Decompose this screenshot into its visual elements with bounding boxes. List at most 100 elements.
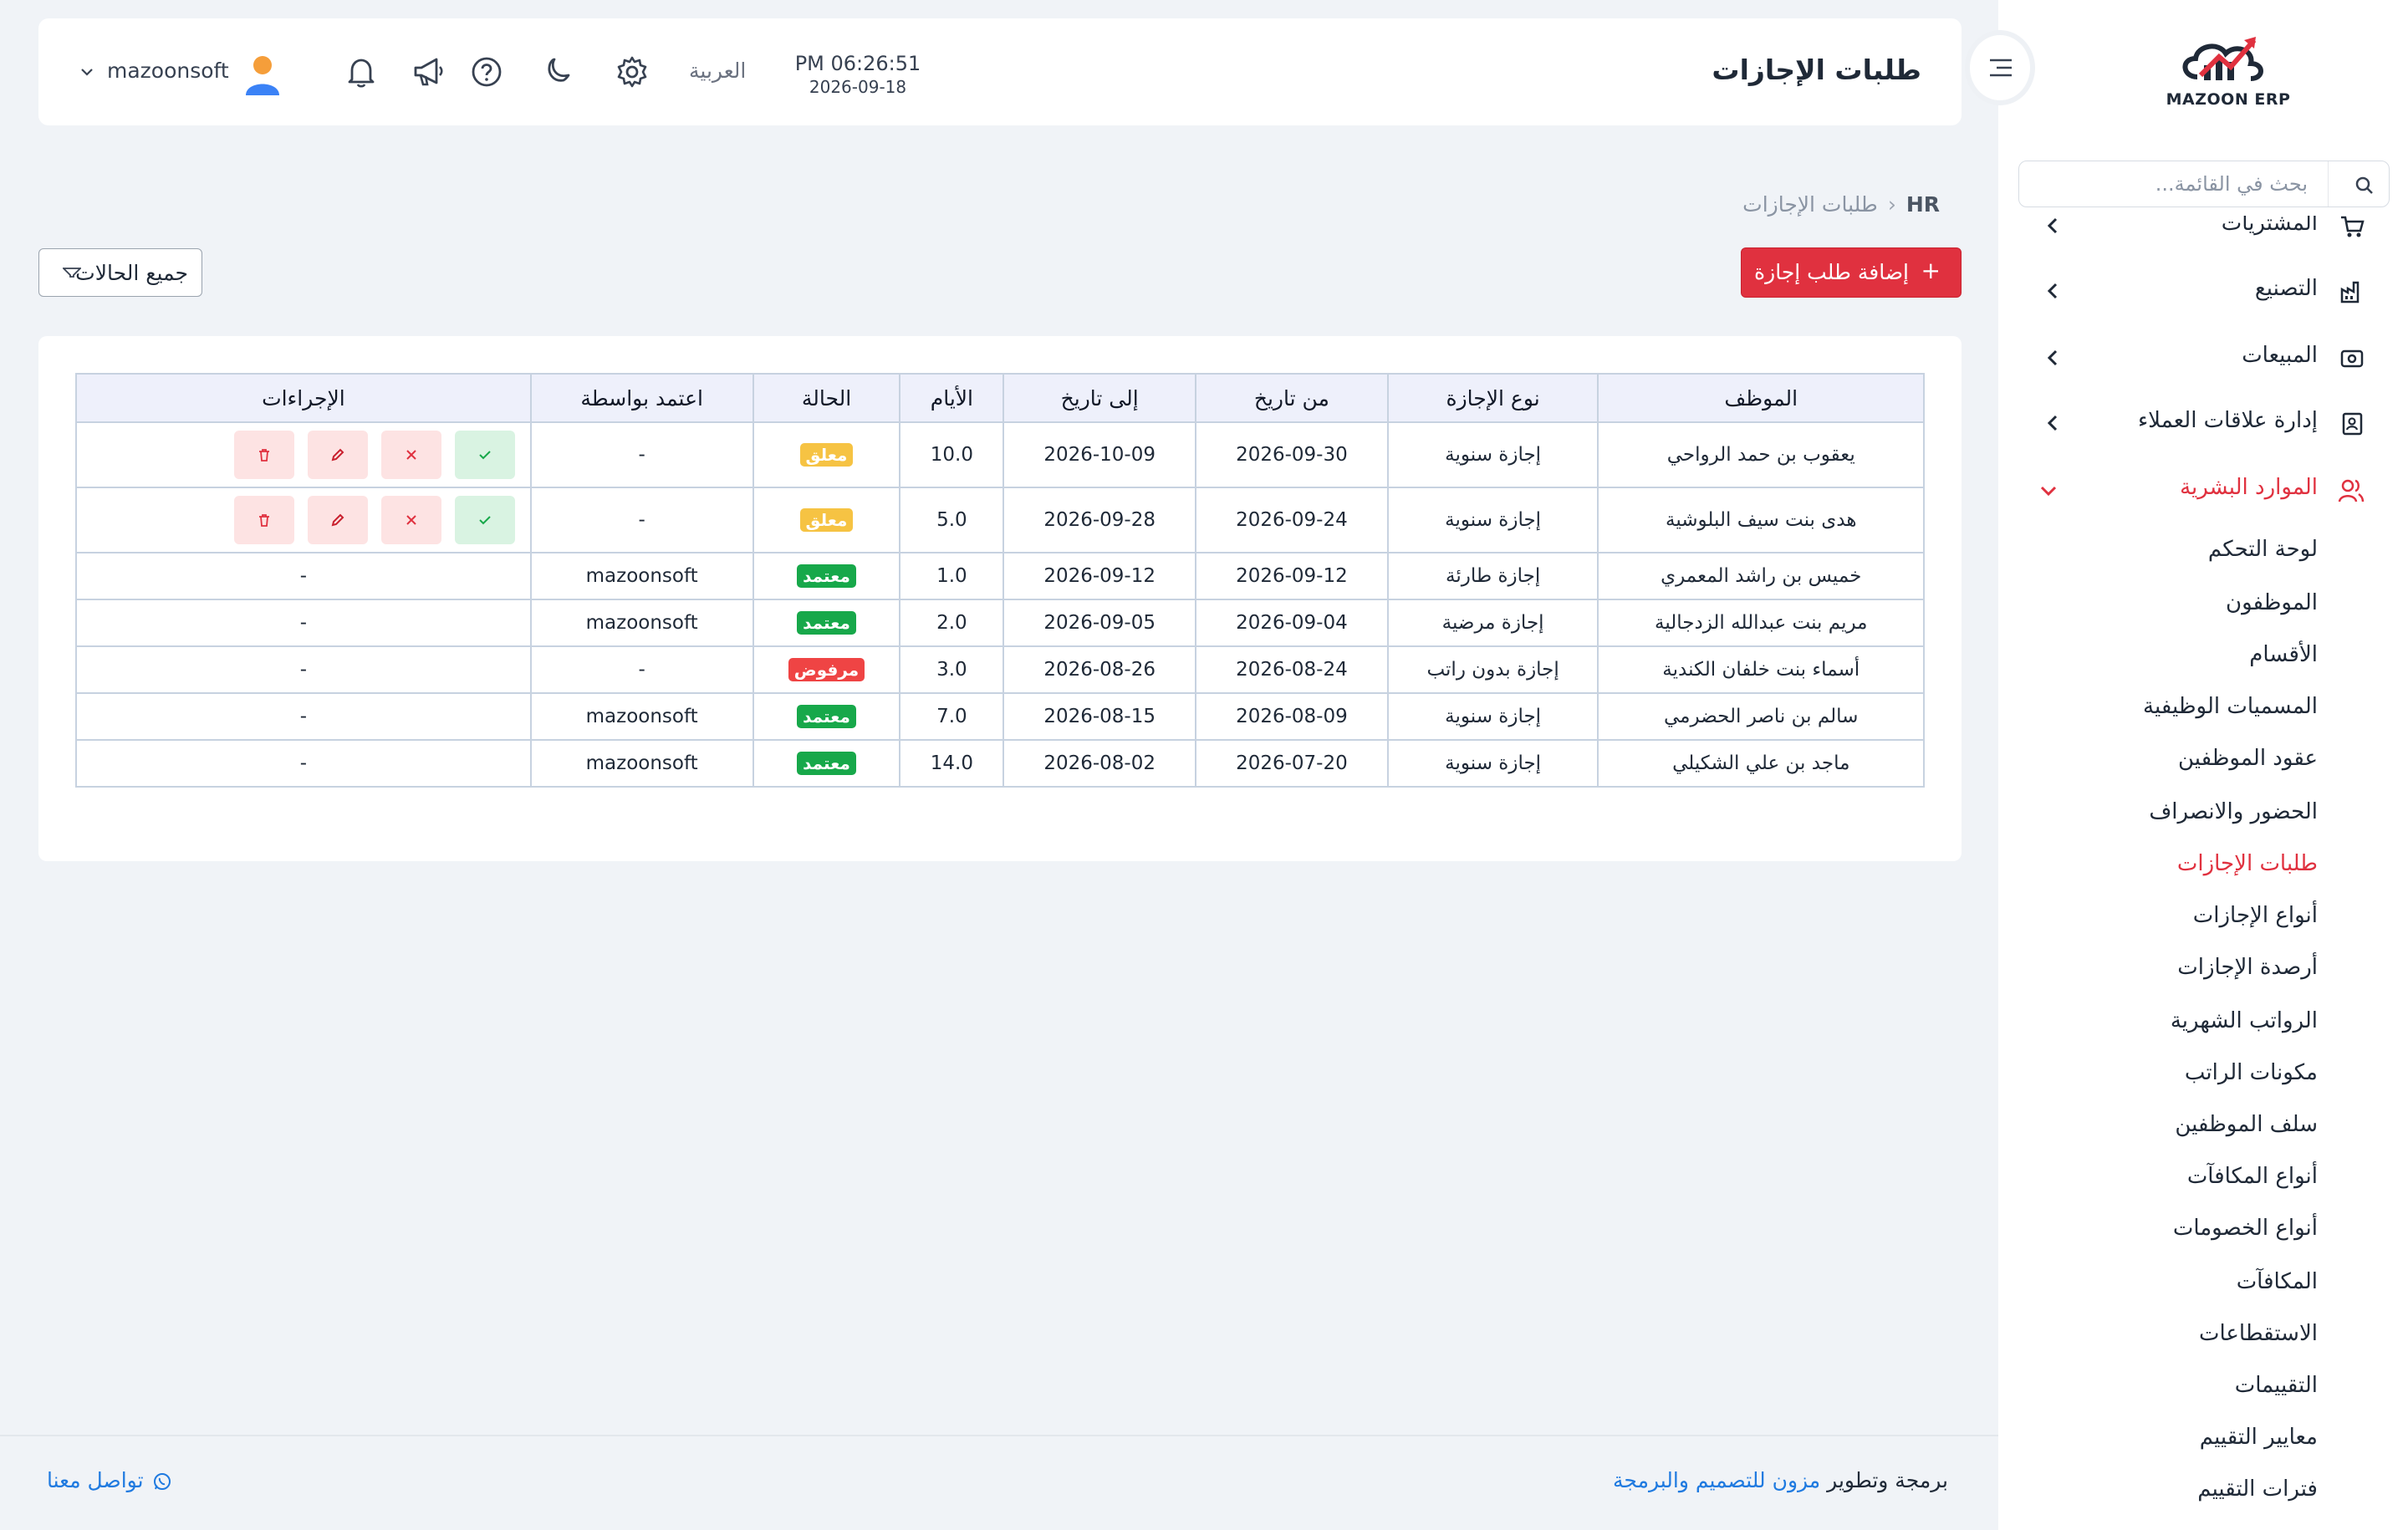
approve-button[interactable]: [454, 431, 515, 479]
approved-by-cell: -: [529, 487, 754, 553]
employee-cell: هدى بنت سيف البلوشية: [1597, 487, 1925, 553]
status-cell: معلق: [752, 487, 901, 553]
leave-type-cell: إجازة سنوية: [1386, 692, 1599, 741]
approved-by-cell: mazoonsoft: [529, 739, 754, 788]
from-date-cell: 2026-08-09: [1195, 692, 1389, 741]
sidebar-subitem[interactable]: المسميات الوظيفية: [2143, 694, 2318, 719]
actions-cell: -: [75, 692, 532, 741]
chevron-down-icon: [2040, 485, 2057, 497]
sidebar-subitem[interactable]: المكافآت: [2237, 1269, 2318, 1294]
to-date-cell: 2026-09-12: [1002, 552, 1197, 600]
bell-icon[interactable]: [344, 55, 378, 89]
sidebar-item-crm[interactable]: إدارة علاقات العملاء: [1998, 398, 2408, 448]
sidebar-subitem[interactable]: سلف الموظفين: [2175, 1112, 2318, 1137]
chevron-left-icon: [2047, 283, 2059, 299]
to-date-cell: 2026-08-26: [1002, 645, 1197, 694]
leave-type-cell: إجازة مرضية: [1386, 599, 1599, 647]
sidebar: MAZOON ERP المشتريات التصنيع: [1998, 0, 2408, 1530]
footer-credit-link[interactable]: مزون للتصميم والبرمجة: [1613, 1468, 1820, 1492]
add-leave-request-button[interactable]: + إضافة طلب إجازة: [1741, 247, 1962, 298]
logo[interactable]: MAZOON ERP: [2149, 33, 2308, 117]
status-filter-select[interactable]: جميع الحالات: [38, 248, 202, 297]
page-title: طلبات الإجازات: [1712, 54, 1921, 86]
sidebar-subitem[interactable]: لوحة التحكم: [2208, 537, 2318, 562]
sidebar-subitem[interactable]: أرصدة الإجازات: [2177, 955, 2318, 980]
chevron-left-icon: [2047, 217, 2059, 234]
days-cell: 5.0: [899, 487, 1005, 553]
to-date-cell: 2026-09-28: [1002, 487, 1197, 553]
sidebar-subitem[interactable]: معايير التقييم: [2200, 1425, 2318, 1450]
delete-button[interactable]: [233, 496, 294, 544]
sidebar-subitem[interactable]: الموظفون: [2226, 590, 2318, 615]
sidebar-item-hr[interactable]: الموارد البشرية: [1998, 465, 2408, 515]
status-cell: معتمد: [752, 739, 901, 788]
reject-button[interactable]: [380, 431, 441, 479]
days-cell: 3.0: [899, 645, 1005, 694]
leave-requests-table: الموظف نوع الإجازة من تاريخ إلى تاريخ الأيام…: [75, 373, 1925, 788]
days-cell: 7.0: [899, 692, 1005, 741]
avatar[interactable]: [244, 54, 281, 97]
approved-by-cell: mazoonsoft: [529, 599, 754, 647]
sidebar-subitem[interactable]: الرواتب الشهرية: [2171, 1008, 2318, 1033]
search-icon[interactable]: [2355, 176, 2374, 195]
check-icon: [477, 447, 492, 462]
sidebar-subitem[interactable]: طلبات الإجازات: [2177, 851, 2318, 876]
sidebar-toggle-button[interactable]: [1965, 30, 2035, 105]
sidebar-subitem[interactable]: أنواع الإجازات: [2193, 903, 2318, 928]
edit-button[interactable]: [307, 431, 368, 479]
megaphone-icon[interactable]: [411, 55, 445, 89]
table-row: خميس بن راشد المعمري إجازة طارئة 2026-09-1…: [75, 552, 1925, 600]
gear-icon[interactable]: [615, 55, 649, 89]
table-header-row: الموظف نوع الإجازة من تاريخ إلى تاريخ الأيام…: [75, 373, 1925, 423]
from-date-cell: 2026-09-12: [1195, 552, 1389, 600]
moon-icon[interactable]: [540, 55, 574, 89]
approved-by-cell: -: [529, 421, 754, 488]
sidebar-subitem[interactable]: الحضور والانصراف: [2149, 799, 2318, 824]
status-badge: مرفوض: [788, 658, 865, 681]
search-separator: [2328, 161, 2329, 207]
clock-time: PM 06:26:51: [794, 52, 921, 75]
edit-button[interactable]: [307, 496, 368, 544]
menu-icon: [1990, 59, 2012, 77]
status-badge: معتمد: [797, 705, 856, 728]
from-date-cell: 2026-07-20: [1195, 739, 1389, 788]
sidebar-subitem[interactable]: عقود الموظفين: [2178, 746, 2318, 771]
leave-type-cell: إجازة بدون راتب: [1386, 645, 1599, 694]
help-icon[interactable]: [470, 55, 503, 89]
sidebar-subitem[interactable]: مكونات الراتب: [2185, 1060, 2318, 1085]
delete-button[interactable]: [233, 431, 294, 479]
to-date-cell: 2026-08-15: [1002, 692, 1197, 741]
check-icon: [477, 513, 492, 528]
contact-us-link[interactable]: تواصل معنا: [47, 1468, 172, 1492]
to-date-cell: 2026-08-02: [1002, 739, 1197, 788]
approved-by-cell: mazoonsoft: [529, 692, 754, 741]
pencil-icon: [330, 447, 345, 462]
column-header: نوع الإجازة: [1386, 373, 1599, 423]
column-header: الأيام: [899, 373, 1005, 423]
chevron-down-icon[interactable]: [80, 67, 94, 77]
user-name[interactable]: mazoonsoft: [107, 59, 229, 83]
reject-button[interactable]: [380, 496, 441, 544]
sidebar-subitem[interactable]: التقييمات: [2235, 1373, 2318, 1398]
approve-button[interactable]: [454, 496, 515, 544]
sidebar-subitem[interactable]: الاستقطاعات: [2199, 1321, 2318, 1346]
sidebar-item-manufacturing[interactable]: التصنيع: [1998, 266, 2408, 316]
sidebar-subitem[interactable]: فترات التقييم: [2197, 1476, 2318, 1502]
menu-search-overlay: [2018, 161, 2390, 207]
to-date-cell: 2026-09-05: [1002, 599, 1197, 647]
sidebar-subitem[interactable]: أنواع الخصومات: [2173, 1216, 2318, 1241]
cart-icon: [2339, 214, 2365, 239]
breadcrumb-root[interactable]: HR: [1906, 192, 1940, 217]
menu-search-input[interactable]: [2042, 170, 2309, 198]
sidebar-subitem[interactable]: أنواع المكافآت: [2187, 1164, 2318, 1189]
language-switch[interactable]: العربية: [689, 59, 746, 83]
sidebar-item-sales[interactable]: المبيعات: [1998, 333, 2408, 383]
row-actions: [77, 431, 530, 479]
employee-cell: مريم بنت عبدالله الزدجالية: [1597, 599, 1925, 647]
sidebar-subitem[interactable]: الأقسام: [2249, 642, 2318, 667]
users-icon: [2338, 478, 2365, 503]
leave-type-cell: إجازة طارئة: [1386, 552, 1599, 600]
filter-icon: [63, 268, 81, 278]
days-cell: 2.0: [899, 599, 1005, 647]
factory-icon: [2339, 279, 2365, 304]
